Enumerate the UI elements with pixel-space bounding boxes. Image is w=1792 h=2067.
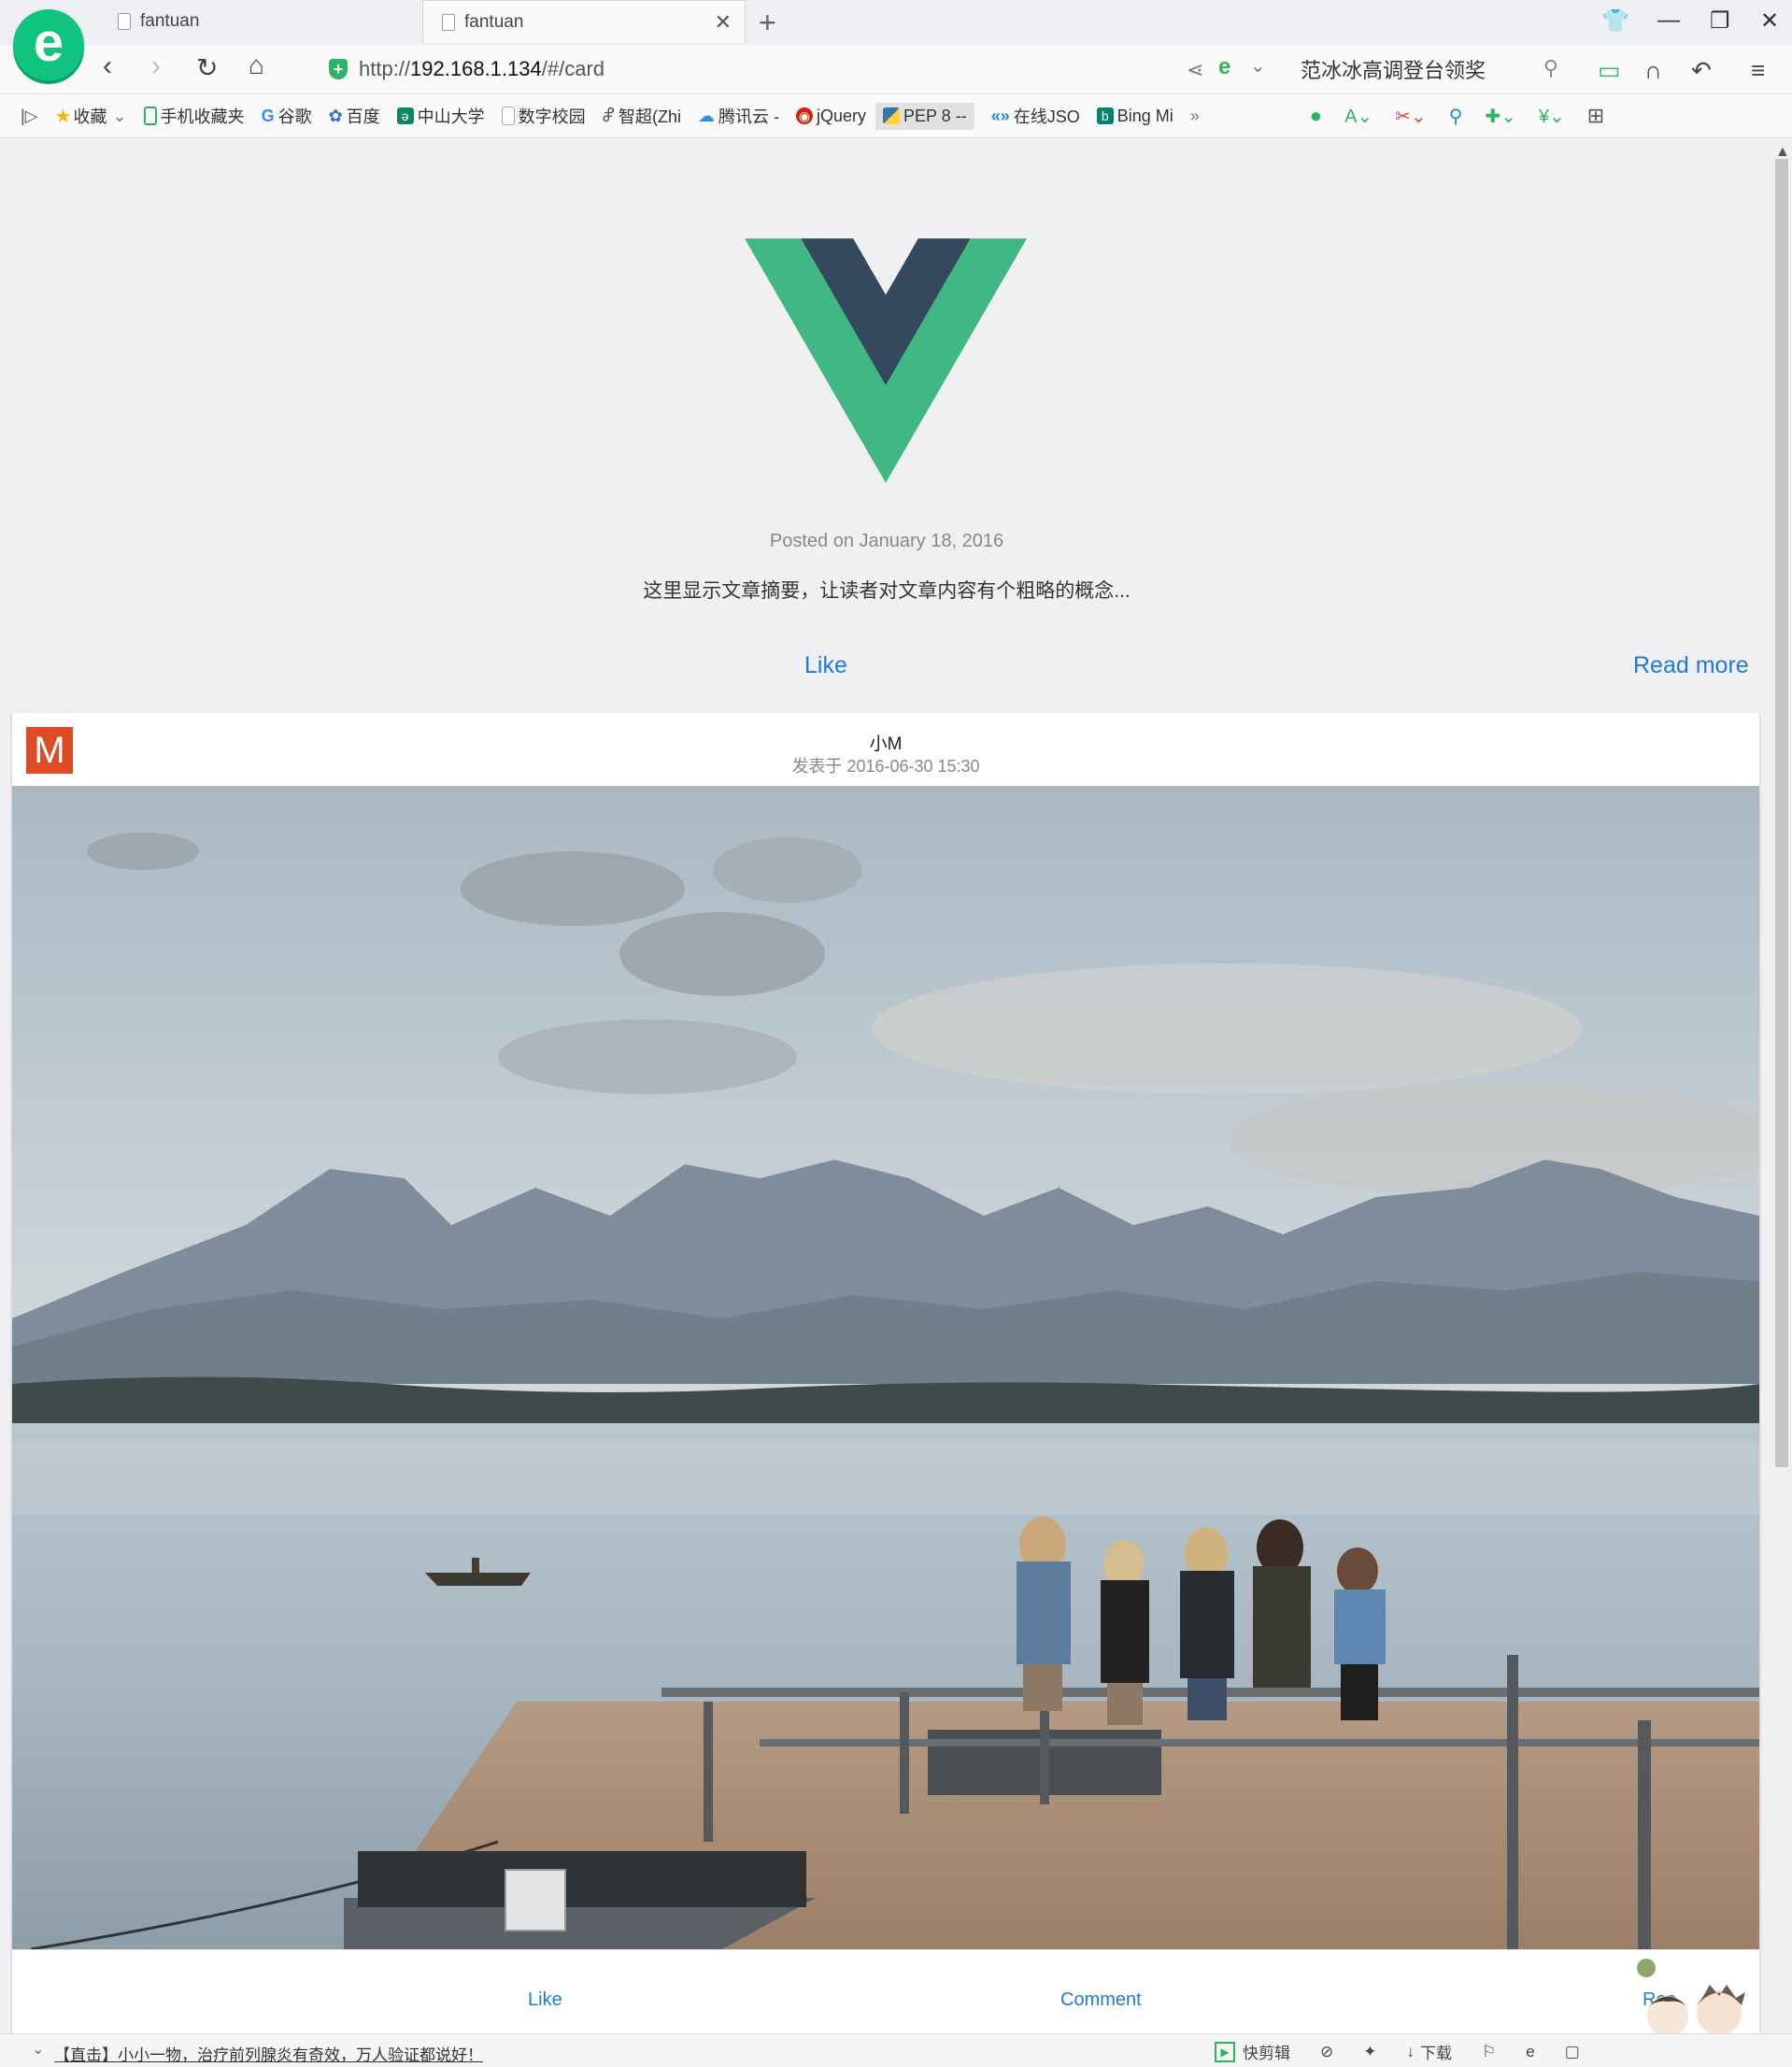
- sidebar-toggle-icon[interactable]: |▷: [21, 107, 38, 126]
- share-icon[interactable]: ⋖: [1187, 58, 1203, 82]
- bookmark-zhichao[interactable]: Ⴥ 智超(Zhi: [603, 104, 681, 128]
- flag-icon[interactable]: ⚐: [1482, 2043, 1496, 2061]
- bookmark-json[interactable]: «» 在线JSO: [991, 104, 1080, 128]
- jquery-icon: ◉: [795, 107, 813, 124]
- bookmark-bing[interactable]: b Bing Mi: [1096, 107, 1173, 126]
- vertical-scrollbar[interactable]: ▲: [1773, 138, 1792, 2033]
- close-tab-icon[interactable]: ✕: [715, 10, 732, 35]
- skin-icon[interactable]: 👕: [1601, 7, 1629, 35]
- status-tools: ▶ 快剪辑 ⊘ ✦ ↓ 下载 ⚐ e ▢: [1215, 2040, 1610, 2063]
- download-icon: ↓: [1406, 2042, 1415, 2060]
- python-icon: [882, 107, 900, 124]
- back-icon[interactable]: ‹: [103, 50, 112, 82]
- undo-icon[interactable]: ↶: [1691, 56, 1712, 85]
- money-icon[interactable]: ¥⌄: [1539, 105, 1565, 128]
- window-icon[interactable]: ▢: [1565, 2043, 1580, 2061]
- bookmark-baidu[interactable]: ✿ 百度: [329, 104, 380, 128]
- download-button[interactable]: ↓ 下载: [1407, 2040, 1453, 2063]
- google-icon: G: [261, 106, 275, 125]
- headphones-icon[interactable]: ∩: [1644, 56, 1662, 85]
- home-icon[interactable]: ⌂: [249, 50, 264, 80]
- search-icon[interactable]: ⚲: [1543, 56, 1558, 80]
- ie-icon[interactable]: e: [1526, 2043, 1534, 2061]
- card-image: [12, 786, 1759, 1949]
- chevron-down-icon[interactable]: ⌄: [1250, 54, 1266, 78]
- gamepad-icon[interactable]: ✚⌄: [1485, 105, 1516, 128]
- tab-title: fantuan: [140, 11, 200, 31]
- card-header: M 小M 发表于 2016-06-30 15:30: [12, 713, 1759, 786]
- forward-icon[interactable]: ›: [151, 50, 161, 82]
- quick-cut-button[interactable]: ▶ 快剪辑: [1215, 2040, 1290, 2063]
- page-icon: [501, 107, 515, 125]
- scrollbar-thumb[interactable]: [1775, 159, 1788, 1467]
- apps-grid-icon[interactable]: ⊞: [1587, 104, 1604, 128]
- card-comment-link[interactable]: Comment: [1060, 1989, 1142, 2011]
- navigation-bar: ‹ › ↻ ⌂ + http://192.168.1.134/#/card ⋖ …: [0, 45, 1792, 94]
- bing-icon: b: [1096, 107, 1114, 124]
- tab-active[interactable]: fantuan ✕: [422, 0, 746, 43]
- page-icon: [118, 13, 131, 30]
- json-icon: «»: [990, 106, 1010, 125]
- bookmark-favorites[interactable]: ★ 收藏 ⌄: [55, 104, 127, 128]
- tab-inactive[interactable]: fantuan: [108, 0, 420, 43]
- url-text: http://192.168.1.134/#/card: [359, 57, 605, 80]
- card-footer: Like Comment Rea: [12, 1949, 1759, 2033]
- search-text: 范冰冰高调登台领奖: [1301, 59, 1486, 82]
- like-link[interactable]: Like: [804, 652, 847, 679]
- new-tab-icon[interactable]: +: [759, 6, 776, 40]
- bookmark-mobile[interactable]: 手机收藏夹: [143, 104, 245, 128]
- tab-title: fantuan: [464, 11, 524, 32]
- scissors-icon[interactable]: ✂⌄: [1395, 105, 1427, 128]
- bookmark-tencent-cloud[interactable]: ☁ 腾讯云 -: [698, 104, 779, 128]
- post-date: Posted on January 18, 2016: [769, 531, 1004, 551]
- security-shield-icon: +: [329, 59, 348, 79]
- menu-icon[interactable]: ≡: [1751, 56, 1765, 85]
- page-icon: [442, 13, 455, 31]
- bookmark-google[interactable]: G 谷歌: [262, 104, 312, 128]
- tab-bar: e fantuan fantuan ✕ + 👕 — ❐ ✕: [0, 0, 1792, 80]
- accelerate-icon[interactable]: ⊘: [1320, 2043, 1333, 2061]
- minimize-icon[interactable]: —: [1657, 7, 1680, 34]
- translate-icon[interactable]: A⌄: [1344, 105, 1372, 128]
- post-card: M 小M 发表于 2016-06-30 15:30 Like Comment: [12, 713, 1759, 2033]
- post-time: 发表于 2016-06-30 15:30: [791, 757, 980, 776]
- bookmark-jquery[interactable]: ◉ jQuery: [795, 107, 866, 126]
- post-summary: 这里显示文章摘要，让读者对文章内容有个粗略的概念...: [643, 580, 1131, 602]
- ie-mode-icon[interactable]: e: [1218, 54, 1230, 80]
- battery-icon[interactable]: ▭: [1598, 56, 1621, 85]
- read-more-link[interactable]: Read more: [1633, 652, 1749, 679]
- author-name: 小M: [869, 734, 903, 754]
- page-content: Posted on January 18, 2016 这里显示文章摘要，让读者对…: [0, 138, 1773, 2033]
- bookmark-pep8[interactable]: PEP 8 --: [875, 102, 974, 130]
- vue-logo-icon: [745, 238, 1027, 483]
- news-ticker-link[interactable]: 【直击】小小一物，治疗前列腺炎有奇效，万人验证都说好！: [54, 2042, 483, 2065]
- sysu-icon: ə: [396, 107, 414, 124]
- collapse-icon[interactable]: ⌄: [32, 2040, 44, 2059]
- more-bookmarks-icon[interactable]: »: [1190, 107, 1200, 126]
- clean-icon[interactable]: ✦: [1363, 2043, 1376, 2061]
- cloud-icon: ☁: [697, 106, 715, 125]
- reload-icon[interactable]: ↻: [196, 52, 218, 83]
- status-bar: ⌄ 【直击】小小一物，治疗前列腺炎有奇效，万人验证都说好！ ▶ 快剪辑 ⊘ ✦ …: [0, 2033, 1792, 2067]
- play-icon: ▶: [1215, 2041, 1235, 2062]
- bookmark-campus[interactable]: 数字校园: [501, 104, 586, 128]
- close-window-icon[interactable]: ✕: [1760, 7, 1779, 35]
- chat-icon[interactable]: ●: [1310, 104, 1322, 128]
- zhichao-icon: Ⴥ: [602, 106, 615, 125]
- search-input[interactable]: 范冰冰高调登台领奖 ⚲: [1301, 52, 1572, 86]
- browser-logo-icon[interactable]: e: [13, 9, 84, 80]
- star-icon: ★: [54, 106, 72, 127]
- baidu-icon: ✿: [328, 106, 343, 125]
- chevron-down-icon: ⌄: [112, 106, 127, 125]
- restore-icon[interactable]: ❐: [1710, 7, 1730, 35]
- phone-icon: [143, 107, 157, 125]
- magnifier-tool-icon[interactable]: ⚲: [1449, 105, 1463, 128]
- bookmark-sysu[interactable]: ə 中山大学: [396, 104, 485, 128]
- bookmarks-bar: |▷ ★ 收藏 ⌄ 手机收藏夹 G 谷歌 ✿ 百度 ə 中山大学 数字校园 Ⴥ …: [0, 94, 1792, 138]
- address-bar[interactable]: + http://192.168.1.134/#/card: [329, 51, 1244, 87]
- card-like-link[interactable]: Like: [528, 1989, 562, 2011]
